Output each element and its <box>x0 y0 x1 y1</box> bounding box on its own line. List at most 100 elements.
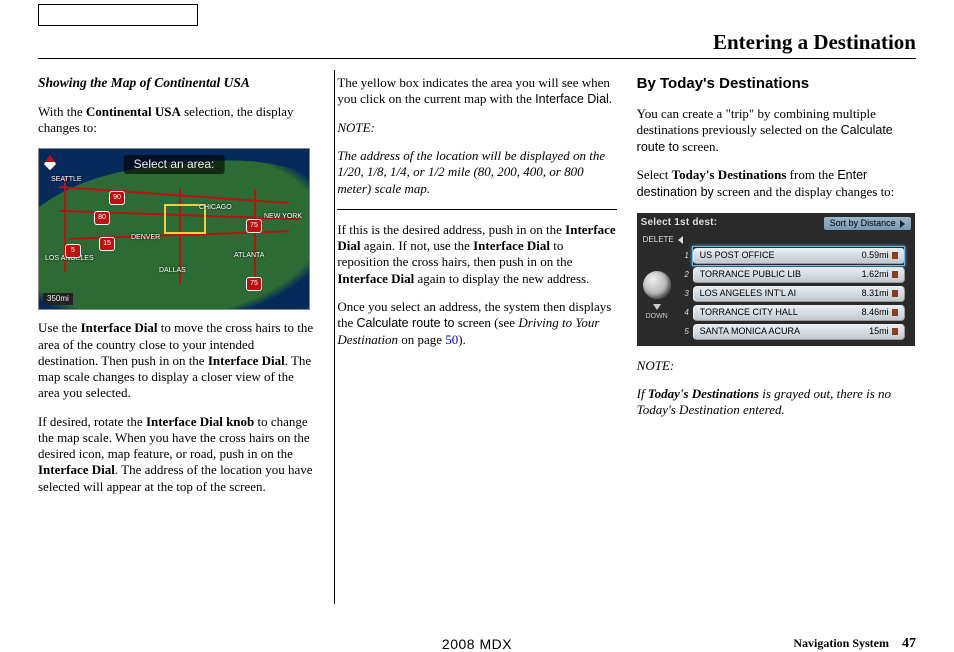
dest-name: TORRANCE CITY HALL <box>700 307 862 318</box>
column-center: The yellow box indicates the area you wi… <box>337 75 616 507</box>
bold-term: Interface Dial <box>337 271 414 286</box>
footer-right: Navigation System 47 <box>793 636 916 652</box>
map-banner-text: Select an area: <box>124 155 225 174</box>
triangle-left-icon <box>678 236 683 244</box>
ui-term: Calculate route to <box>356 316 454 330</box>
row-number: 4 <box>681 308 693 318</box>
list-item[interactable]: 1 US POST OFFICE0.59mi <box>681 247 905 265</box>
column-left: Showing the Map of Continental USA With … <box>38 75 317 507</box>
dest-distance: 0.59mi <box>862 250 889 261</box>
list-item[interactable]: 2 TORRANCE PUBLIC LIB1.62mi <box>681 266 905 284</box>
text: screen (see <box>454 315 518 330</box>
flag-icon <box>892 290 898 297</box>
text: again to display the new address. <box>414 271 589 286</box>
dest-distance: 8.31mi <box>862 288 889 299</box>
highway-line <box>254 189 256 284</box>
city-label: ATLANTA <box>234 252 264 261</box>
city-label: SEATTLE <box>51 176 82 185</box>
list-item[interactable]: 3 LOS ANGELES INT'L AI8.31mi <box>681 285 905 303</box>
text: With the <box>38 104 86 119</box>
text: If this is the desired address, push in … <box>337 222 565 237</box>
bold-term: Continental USA <box>86 104 181 119</box>
chapter-title: Entering a Destination <box>713 30 916 55</box>
note-rule <box>337 209 616 210</box>
column-right: By Today's Destinations You can create a… <box>637 75 916 507</box>
flag-icon <box>892 328 898 335</box>
interstate-shield: 80 <box>94 211 110 225</box>
flag-icon <box>892 271 898 278</box>
dest-name: SANTA MONICA ACURA <box>700 326 869 337</box>
delete-button[interactable]: DELETE <box>637 235 915 245</box>
dest-distance: 1.62mi <box>862 269 889 280</box>
text: Use the <box>38 320 81 335</box>
ui-term: Interface Dial <box>535 92 609 106</box>
list-title: Select 1st dest: <box>641 217 824 230</box>
page-number: 47 <box>902 636 916 651</box>
text: on page <box>398 332 445 347</box>
triangle-right-icon <box>900 220 905 228</box>
sort-label: Sort by Distance <box>830 218 896 229</box>
list-item[interactable]: 4 TORRANCE CITY HALL8.46mi <box>681 304 905 322</box>
bold-term: Interface Dial knob <box>146 414 254 429</box>
row-number: 3 <box>681 289 693 299</box>
row-number: 2 <box>681 270 693 280</box>
dial-knob-icon <box>643 271 671 299</box>
dest-distance: 15mi <box>869 326 889 337</box>
body-para: You can create a "trip" by combining mul… <box>637 106 916 156</box>
page-link[interactable]: 50 <box>445 332 458 347</box>
interstate-shield: 75 <box>246 219 262 233</box>
list-item[interactable]: 5 SANTA MONICA ACURA15mi <box>681 323 905 341</box>
text: screen and the display changes to: <box>714 184 895 199</box>
flag-icon <box>892 309 898 316</box>
body-para: Once you select an address, the system t… <box>337 299 616 348</box>
header-empty-box <box>38 4 198 26</box>
dest-distance: 8.46mi <box>862 307 889 318</box>
down-label: DOWN <box>643 313 671 322</box>
city-label: CHICAGO <box>199 204 232 213</box>
note-heading: NOTE: <box>637 358 916 374</box>
dest-name: LOS ANGELES INT'L AI <box>700 288 862 299</box>
body-para: If this is the desired address, push in … <box>337 222 616 287</box>
triangle-down-icon <box>653 304 661 310</box>
bold-term: Today's Destinations <box>648 386 759 401</box>
sort-button[interactable]: Sort by Distance <box>824 217 911 230</box>
body-para: If desired, rotate the Interface Dial kn… <box>38 414 317 495</box>
text: If <box>637 386 648 401</box>
note-body: If Today's Destinations is grayed out, t… <box>637 386 916 419</box>
usa-map-figure: Select an area: SEATTLE LOS ANGELES DENV… <box>38 148 310 310</box>
map-scale-label: 350mi <box>43 293 73 305</box>
bold-term: Today's Destinations <box>672 167 787 182</box>
note-heading: NOTE: <box>337 120 616 136</box>
dest-name: US POST OFFICE <box>700 250 862 261</box>
city-label: DALLAS <box>159 267 186 276</box>
text: ). <box>458 332 466 347</box>
text: If desired, rotate the <box>38 414 146 429</box>
text: Select <box>637 167 672 182</box>
interstate-shield: 75 <box>246 277 262 291</box>
destinations-figure: Select 1st dest: Sort by Distance DELETE… <box>637 213 915 346</box>
text: screen. <box>679 139 719 154</box>
text: . <box>609 91 612 106</box>
section-heading: By Today's Destinations <box>637 75 916 94</box>
text: again. If not, use the <box>360 238 473 253</box>
note-body: The address of the location will be disp… <box>337 148 616 197</box>
bold-term: Interface Dial <box>208 353 285 368</box>
footer-model: 2008 MDX <box>442 636 512 652</box>
bold-term: Interface Dial <box>473 238 550 253</box>
row-number: 1 <box>681 251 693 261</box>
body-para: With the Continental USA selection, the … <box>38 104 317 137</box>
body-para: Use the Interface Dial to move the cross… <box>38 320 317 401</box>
interstate-shield: 15 <box>99 237 115 251</box>
delete-label: DELETE <box>643 235 674 245</box>
bold-term: Interface Dial <box>81 320 158 335</box>
subsection-heading: Showing the Map of Continental USA <box>38 75 317 92</box>
city-label: DENVER <box>131 234 160 243</box>
dest-name: TORRANCE PUBLIC LIB <box>700 269 862 280</box>
bold-term: Interface Dial <box>38 462 115 477</box>
footer-section-label: Navigation System <box>793 636 889 650</box>
interstate-shield: 90 <box>109 191 125 205</box>
city-label: NEW YORK <box>264 213 302 222</box>
interstate-shield: 5 <box>65 244 81 258</box>
flag-icon <box>892 252 898 259</box>
body-para: Select Today's Destinations from the Ent… <box>637 167 916 200</box>
